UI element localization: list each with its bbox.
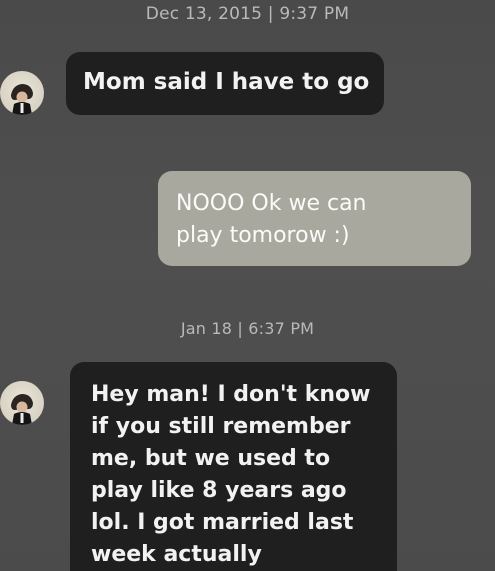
contact-avatar-icon[interactable] xyxy=(0,381,44,425)
timestamp: Jan 18 | 6:37 PM xyxy=(180,319,315,338)
message-text: if you still remember xyxy=(91,414,351,439)
timestamp: Dec 13, 2015 | 9:37 PM xyxy=(145,4,350,24)
message-text: me, but we used to xyxy=(91,446,331,471)
contact-avatar-icon[interactable] xyxy=(0,71,44,115)
message-text: Hey man! I don't know xyxy=(91,382,371,407)
message-bubble-incoming: Mom said I have to go xyxy=(66,52,384,115)
message-bubble-incoming: Hey man! I don't know if you still remem… xyxy=(70,362,397,571)
message-text: week actually xyxy=(91,542,262,567)
message-text: play like 8 years ago xyxy=(91,478,347,503)
message-text: play tomorow :) xyxy=(176,223,350,248)
message-bubble-outgoing: NOOO Ok we can play tomorow :) xyxy=(158,171,471,266)
message-text: Mom said I have to go xyxy=(83,69,370,95)
message-text: NOOO Ok we can xyxy=(176,191,367,216)
message-text: lol. I got married last xyxy=(91,510,354,535)
